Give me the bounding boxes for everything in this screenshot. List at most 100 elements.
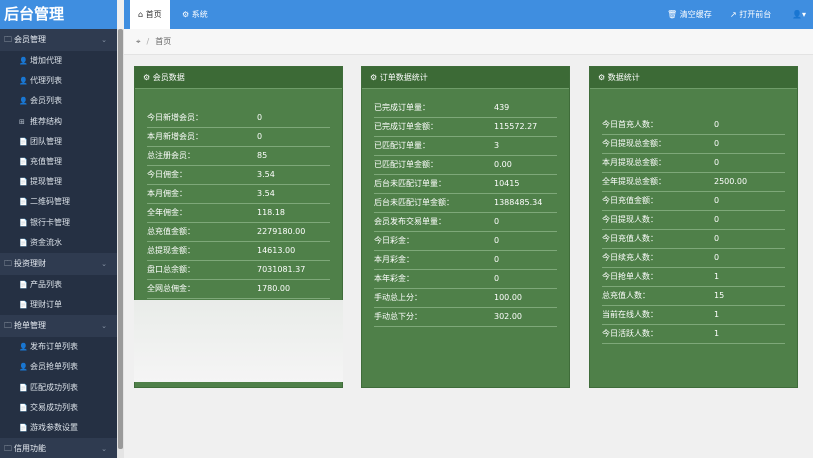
stat-label: 今日抢单人数：	[602, 272, 658, 281]
stat-value: 0	[714, 158, 720, 167]
stat-row: 本月彩金： 0	[374, 251, 557, 270]
breadcrumb-separator: /	[146, 37, 150, 46]
item-icon: 📄	[19, 238, 28, 247]
sidebar-group[interactable]: 🗀 投资理财 ⌄	[0, 252, 117, 275]
stat-value: 10415	[494, 179, 520, 188]
item-icon: ⊞	[19, 117, 25, 126]
stat-value: 0	[714, 253, 720, 262]
item-icon: 👤	[19, 363, 28, 372]
sidebar-item[interactable]: 📄 银行卡管理	[0, 213, 117, 233]
sidebar-item[interactable]: 📄 产品列表	[0, 275, 117, 295]
breadcrumb: ⌖ / 首页	[124, 29, 813, 55]
sidebar-item-label: 会员抢单列表	[30, 362, 78, 372]
obscured-area	[134, 300, 343, 382]
stat-value: 0	[494, 274, 500, 283]
stat-value: 0	[494, 217, 500, 226]
breadcrumb-home[interactable]: 首页	[155, 37, 171, 46]
stat-value: 0	[257, 113, 263, 122]
sidebar-item-label: 发布订单列表	[30, 342, 78, 352]
sidebar-item-label: 增加代理	[30, 56, 62, 65]
stat-row: 本月提现总金额： 0	[602, 154, 785, 173]
stat-value: 7031081.37	[257, 265, 306, 274]
stat-row: 已完成订单金额： 115572.27	[374, 118, 557, 137]
tab-home[interactable]: ⌂ 首页	[130, 0, 170, 29]
stat-row: 本月佣金： 3.54	[147, 185, 330, 204]
stat-row: 盘口总余额： 7031081.37	[147, 261, 330, 280]
sidebar-item[interactable]: 📄 二维码管理	[0, 192, 117, 212]
external-link-icon: ↗	[730, 10, 737, 19]
stat-label: 今日充值人数：	[602, 234, 658, 243]
item-icon: 📄	[19, 137, 28, 146]
sidebar-scrollbar[interactable]	[117, 29, 124, 458]
gear-icon: ⚙	[182, 10, 190, 19]
sidebar-item[interactable]: 📄 游戏参数设置	[0, 418, 117, 438]
scrollbar-thumb[interactable]	[118, 29, 123, 449]
stat-label: 今日活跃人数：	[602, 329, 658, 338]
sidebar-item-label: 团队管理	[30, 136, 62, 146]
sidebar-item[interactable]: 📄 理财订单	[0, 295, 117, 315]
sidebar-group[interactable]: 🗀 抢单管理 ⌄	[0, 315, 117, 338]
open-frontend-button[interactable]: ↗ 打开前台	[730, 0, 771, 29]
sidebar-item[interactable]: 📄 交易成功列表	[0, 398, 117, 418]
stat-label: 手动总上分：	[374, 293, 422, 302]
clear-cache-label: 清空缓存	[679, 10, 712, 19]
stat-label: 全年佣金：	[147, 208, 187, 217]
stat-value: 14613.00	[257, 246, 296, 255]
sidebar-item-label: 理财订单	[30, 300, 62, 310]
stat-value: 100.00	[494, 293, 522, 302]
stat-value: 3	[494, 141, 500, 150]
gear-icon: ⚙	[598, 73, 606, 82]
stat-label: 已完成订单量：	[374, 103, 430, 112]
stat-value: 15	[714, 291, 725, 300]
sidebar-item[interactable]: 👤 增加代理	[0, 51, 117, 71]
user-menu-button[interactable]: 👤▾	[792, 0, 806, 29]
stat-label: 后台未匹配订单量：	[374, 179, 446, 188]
sidebar-group[interactable]: 🗀 信用功能 ⌄	[0, 438, 117, 458]
stat-label: 全网总佣金：	[147, 284, 195, 293]
sidebar-item[interactable]: 📄 充值管理	[0, 152, 117, 172]
stat-row: 今日提现总金额： 0	[602, 135, 785, 154]
clear-cache-button[interactable]: 🗑 清空缓存	[667, 0, 712, 29]
stat-row: 后台未匹配订单量： 10415	[374, 175, 557, 194]
sidebar-item-label: 游戏参数设置	[30, 423, 78, 432]
stat-value: 0	[714, 215, 720, 224]
stat-row: 已完成订单量： 439	[374, 99, 557, 118]
stat-label: 本月提现总金额：	[602, 158, 666, 167]
sidebar-group[interactable]: 🗀 会员管理 ⌄	[0, 29, 117, 51]
trash-icon: 🗑	[667, 10, 678, 19]
stat-row: 手动总下分： 302.00	[374, 308, 557, 327]
stat-row: 今日抢单人数： 1	[602, 268, 785, 287]
sidebar: 后台管理 🗀 会员管理 ⌄ 👤 增加代理 👤 代理列表 👤 会员列表 ⊞ 推荐结构 📄 团队管理 📄 充值管…	[0, 0, 117, 458]
stat-value: 0	[714, 139, 720, 148]
sidebar-item-label: 银行卡管理	[30, 217, 70, 227]
sidebar-item[interactable]: 📄 提现管理	[0, 172, 117, 192]
tab-system[interactable]: ⚙ 系统	[174, 0, 216, 29]
stat-value: 0	[714, 234, 720, 243]
stat-value: 3.54	[257, 170, 275, 179]
stat-row: 今日首充人数： 0	[602, 116, 785, 135]
sidebar-item-label: 产品列表	[30, 279, 62, 289]
sidebar-item[interactable]: 📄 团队管理	[0, 132, 117, 152]
item-icon: 📄	[19, 178, 28, 187]
item-icon: 📄	[19, 157, 28, 166]
stat-row: 今日佣金： 3.54	[147, 166, 330, 185]
sidebar-item[interactable]: 👤 发布订单列表	[0, 337, 117, 357]
panel-title: 会员数据	[152, 73, 185, 82]
sidebar-item[interactable]: 👤 会员列表	[0, 91, 117, 111]
stat-label: 后台未匹配订单金额：	[374, 198, 454, 207]
stat-row: 全网总佣金： 1780.00	[147, 280, 330, 299]
stat-row: 总充值人数： 15	[602, 287, 785, 306]
sidebar-item[interactable]: 📄 资金流水	[0, 233, 117, 253]
sidebar-item[interactable]: 👤 代理列表	[0, 71, 117, 91]
stat-label: 总充值金额：	[147, 227, 195, 236]
folder-icon: 🗀	[4, 444, 12, 454]
chevron-down-icon: ▾	[801, 10, 806, 19]
sidebar-item[interactable]: 👤 会员抢单列表	[0, 357, 117, 377]
stat-value: 0	[257, 132, 263, 141]
stat-row: 手动总上分： 100.00	[374, 289, 557, 308]
sidebar-item[interactable]: 📄 匹配成功列表	[0, 378, 117, 398]
stat-value: 1	[714, 310, 720, 319]
sidebar-item[interactable]: ⊞ 推荐结构	[0, 112, 117, 132]
sidebar-item-label: 二维码管理	[30, 197, 70, 207]
stat-row: 今日彩金： 0	[374, 232, 557, 251]
